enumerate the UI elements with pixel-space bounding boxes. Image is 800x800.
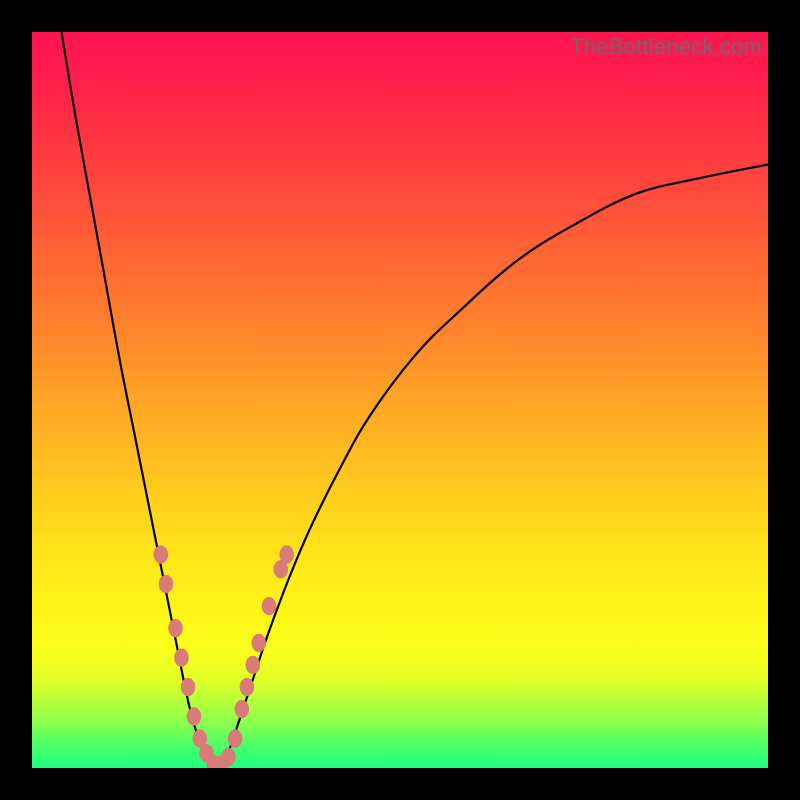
- marker-dot: [159, 575, 173, 593]
- curve-left-branch: [61, 32, 216, 768]
- curve-right-branch: [216, 164, 768, 768]
- marker-dot: [262, 597, 276, 615]
- marker-dot: [240, 678, 254, 696]
- marker-dot: [235, 700, 249, 718]
- marker-dot: [228, 730, 242, 748]
- marker-dot: [187, 707, 201, 725]
- marker-dot: [181, 678, 195, 696]
- marker-dot: [280, 546, 294, 564]
- marker-dot: [154, 546, 168, 564]
- plot-area: TheBottleneck.com: [32, 32, 768, 768]
- marker-dot: [169, 619, 183, 637]
- marker-dot: [246, 656, 260, 674]
- marker-dots-group: [154, 546, 294, 768]
- marker-dot: [174, 649, 188, 667]
- marker-dot: [252, 634, 266, 652]
- chart-frame: TheBottleneck.com: [0, 0, 800, 800]
- chart-svg: [32, 32, 768, 768]
- marker-dot: [222, 748, 236, 766]
